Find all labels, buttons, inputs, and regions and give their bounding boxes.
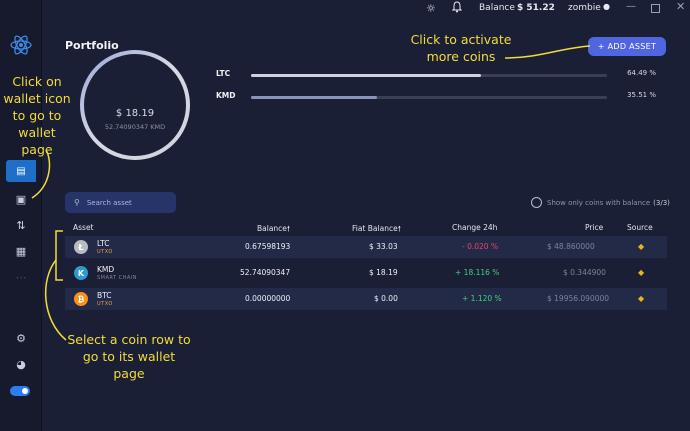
- balance-label: Balance: [479, 3, 515, 13]
- close-icon[interactable]: ✕: [676, 0, 685, 13]
- header-fiat[interactable]: Fiat Balance🠕: [352, 223, 401, 236]
- annotation-coin-row: Select a coin row to go to its wallet pa…: [67, 332, 191, 381]
- dots-icon: ⋯: [15, 270, 27, 284]
- table-row-kmd[interactable]: K KMD SMART CHAIN 52.74090347 $ 18.19 + …: [65, 262, 667, 284]
- sidebar-item-support[interactable]: ◕: [12, 357, 30, 371]
- allocation-track: [251, 96, 607, 99]
- username[interactable]: zombie: [568, 3, 601, 13]
- coin-change: + 18.116 %: [455, 268, 500, 277]
- support-icon: ◕: [16, 357, 26, 371]
- binance-icon: ◆: [638, 294, 645, 303]
- sidebar-item-portfolio[interactable]: ▤: [6, 160, 36, 182]
- gear-icon: ⚙: [16, 331, 26, 345]
- allocation-percent: 35.51 %: [627, 91, 656, 99]
- portfolio-icon: ▤: [16, 165, 26, 177]
- sidebar-item-dex[interactable]: ⇅: [12, 218, 30, 232]
- theme-toggle[interactable]: [10, 386, 30, 396]
- binance-icon: ◆: [638, 268, 645, 277]
- header-balance-label: Balance: [257, 224, 287, 233]
- search-input[interactable]: ⚲ Search asset: [65, 192, 176, 213]
- search-icon: ⚲: [74, 198, 80, 207]
- annotation-wallet-icon: Click on wallet icon to go to wallet pag…: [3, 74, 71, 157]
- coin-price: $ 48.860000: [547, 242, 595, 251]
- atom-logo-icon: [10, 35, 32, 55]
- coin-ticker: LTC: [97, 239, 110, 248]
- table-row-ltc[interactable]: Ł LTC UTXO 0.67598193 $ 33.03 - 0.020 % …: [65, 236, 667, 258]
- header-balance[interactable]: Balance🠕: [257, 223, 290, 236]
- header-change[interactable]: Change 24h: [452, 223, 497, 232]
- total-fiat: $ 18.19: [115, 108, 155, 119]
- coin-change: - 0.020 %: [462, 242, 499, 251]
- table-row-btc[interactable]: ₿ BTC UTXO 0.00000000 $ 0.00 + 1.120 % $…: [65, 288, 667, 310]
- addressbook-icon: ▦: [15, 244, 27, 258]
- wallet-icon: ▣: [15, 192, 27, 206]
- add-asset-button[interactable]: + ADD ASSET: [588, 37, 666, 56]
- balance-value: $ 51.22: [517, 3, 555, 13]
- coin-balance: 0.00000000: [245, 294, 291, 303]
- allocation-name: LTC: [216, 69, 231, 78]
- allocation-track: [251, 74, 607, 77]
- allocation-row: KMD 35.51 %: [216, 91, 656, 103]
- coin-fiat: $ 18.19: [369, 268, 398, 277]
- coin-fiat: $ 0.00: [374, 294, 398, 303]
- sort-up-icon: 🠕: [286, 224, 291, 233]
- bell-icon[interactable]: [452, 1, 462, 13]
- coin-price: $ 19956.090000: [547, 294, 610, 303]
- ltc-coin-icon: Ł: [74, 240, 88, 254]
- sidebar: ▤ ▣ ⇅ ▦ ⋯ ⚙ ◕: [0, 0, 42, 431]
- sidebar-item-settings[interactable]: ⚙: [12, 331, 30, 345]
- allocation-fill: [251, 96, 378, 99]
- balance-filter[interactable]: Show only coins with balance (3/3): [531, 197, 670, 208]
- coin-balance: 52.74090347: [240, 268, 291, 277]
- filter-label: Show only coins with balance: [547, 198, 651, 207]
- search-placeholder: Search asset: [86, 198, 132, 207]
- kmd-coin-icon: K: [74, 266, 88, 280]
- toggle-knob: [22, 388, 28, 394]
- sidebar-item-wallet[interactable]: ▣: [12, 192, 30, 206]
- user-icon[interactable]: ●: [603, 2, 610, 11]
- coin-price: $ 0.344900: [563, 268, 606, 277]
- coin-change: + 1.120 %: [462, 294, 502, 303]
- exchange-icon: ⇅: [16, 218, 26, 232]
- allocation-row: LTC 64.49 %: [216, 69, 656, 81]
- maximize-icon[interactable]: [651, 4, 660, 13]
- header-source[interactable]: Source: [627, 223, 653, 232]
- coin-type: SMART CHAIN: [97, 275, 138, 281]
- allocation-name: KMD: [216, 91, 236, 100]
- coin-type: UTXO: [97, 301, 113, 307]
- annotation-activate: Click to activate more coins: [410, 32, 512, 64]
- coin-ticker: BTC: [97, 291, 112, 300]
- btc-coin-icon: ₿: [74, 292, 88, 306]
- allocation-fill: [251, 74, 481, 77]
- sidebar-item-addressbook[interactable]: ▦: [12, 244, 30, 258]
- top-bar: ☼ Balance $ 51.22 zombie ● — ✕: [420, 0, 690, 16]
- binance-icon: ◆: [638, 242, 645, 251]
- sidebar-item-disabled: ⋯: [12, 270, 30, 284]
- sun-icon[interactable]: ☼: [426, 2, 436, 15]
- filter-count: (3/3): [653, 198, 670, 207]
- allocation-percent: 64.49 %: [627, 69, 656, 77]
- minimize-icon[interactable]: —: [626, 1, 636, 12]
- total-kmd: 52.74090347 KMD: [104, 123, 166, 131]
- portfolio-donut: [80, 50, 190, 160]
- coin-ticker: KMD: [97, 265, 115, 274]
- header-price[interactable]: Price: [585, 223, 603, 232]
- filter-checkbox[interactable]: [531, 197, 542, 208]
- coin-balance: 0.67598193: [245, 242, 291, 251]
- coin-fiat: $ 33.03: [369, 242, 398, 251]
- coin-type: UTXO: [97, 249, 113, 255]
- header-asset[interactable]: Asset: [73, 223, 94, 232]
- sort-up-icon: 🠕: [397, 224, 401, 233]
- header-fiat-label: Fiat Balance: [352, 224, 398, 233]
